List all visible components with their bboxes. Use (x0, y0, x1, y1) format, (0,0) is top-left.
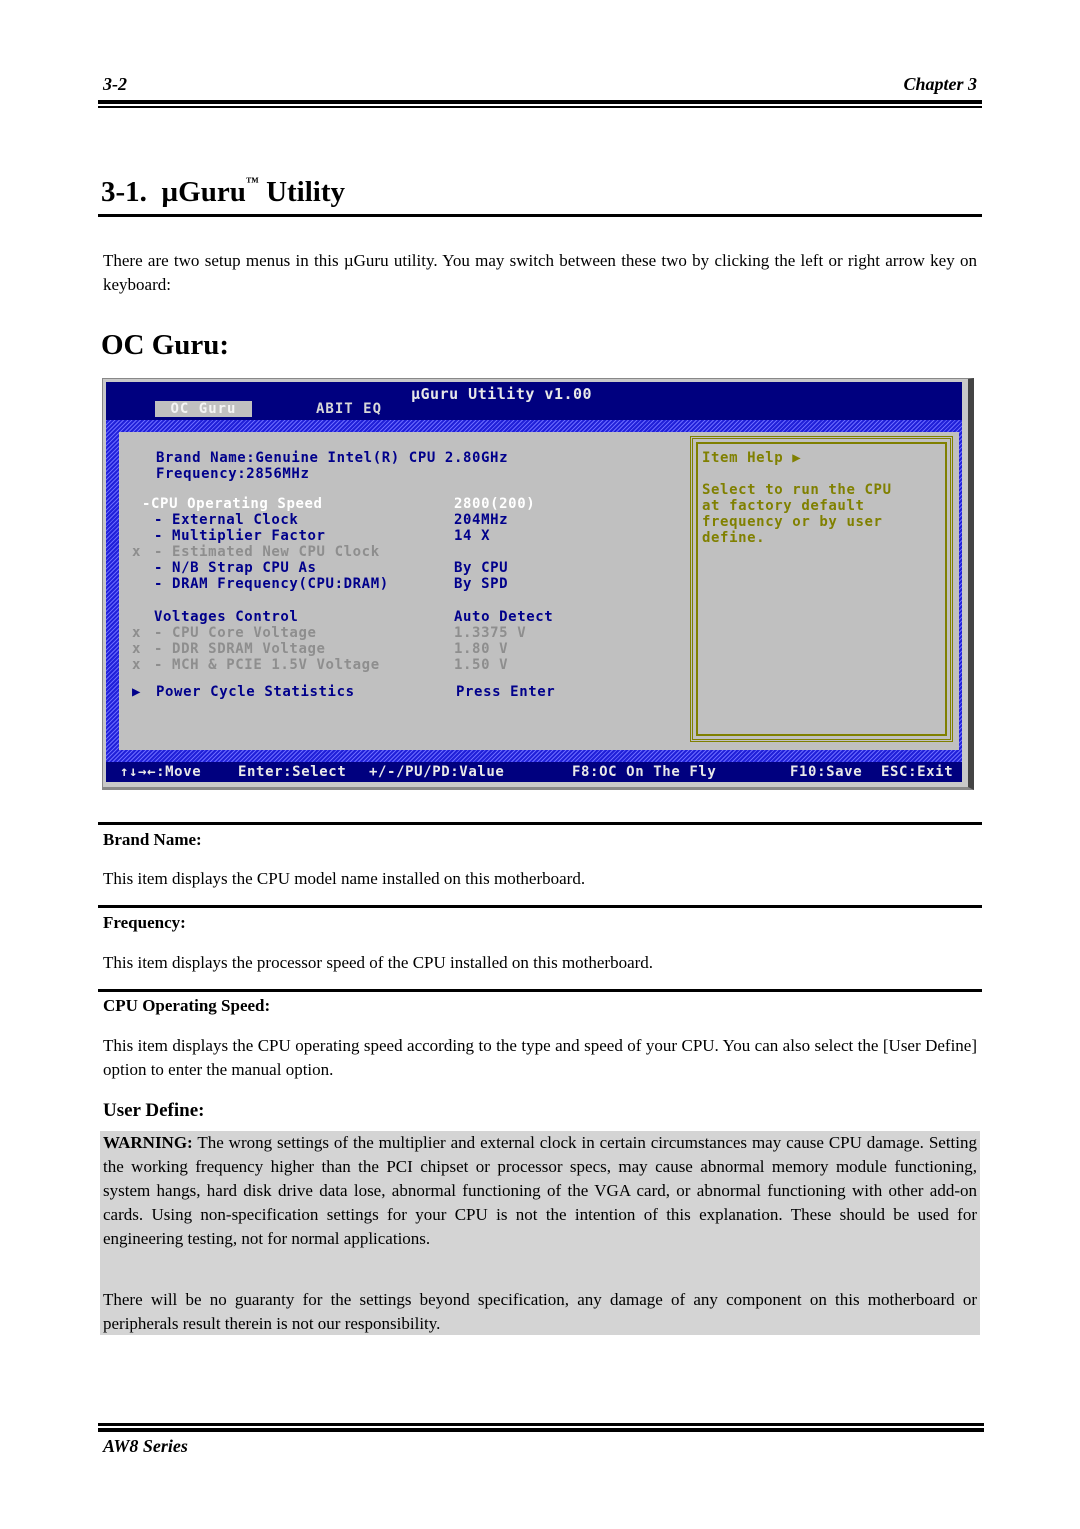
header-rule-thin (98, 106, 982, 108)
menu-item-ddr-sdram-voltage: - DDR SDRAM Voltage (154, 641, 326, 657)
frequency-label: Frequency: (103, 913, 186, 932)
brand-name-label: Brand Name: (103, 830, 202, 849)
disabled-marker: x (132, 625, 142, 641)
brand-name-line: Brand Name:Genuine Intel(R) CPU 2.80GHz (156, 450, 509, 466)
value-cpu-operating-speed[interactable]: 2800(200) (454, 496, 535, 512)
value-mch-pcie-voltage: 1.50 V (454, 657, 509, 673)
warning-box: WARNING: The wrong settings of the multi… (100, 1131, 980, 1335)
section-number: 3-1. (101, 176, 147, 208)
value-nb-strap-cpu[interactable]: By CPU (454, 560, 508, 576)
tab-abit-eq[interactable]: ABIT EQ (316, 401, 382, 417)
submenu-arrow-icon: ▶ (132, 684, 142, 700)
menu-item-voltages-control[interactable]: Voltages Control (154, 609, 298, 625)
value-cpu-core-voltage: 1.3375 V (454, 625, 527, 641)
frequency-description: This item displays the processor speed o… (103, 953, 654, 972)
bios-screen: µGuru Utility v1.00 OC Guru ABIT EQ Bran… (106, 382, 962, 782)
menu-item-dram-frequency[interactable]: - DRAM Frequency(CPU:DRAM) (154, 576, 389, 592)
menu-item-multiplier-factor[interactable]: - Multiplier Factor (154, 528, 326, 544)
section-title-prefix: µGuru (161, 176, 246, 208)
value-voltages-control[interactable]: Auto Detect (454, 609, 553, 625)
hint-exit: ESC:Exit (881, 764, 954, 780)
page-number: 3-2 (103, 74, 127, 94)
frequency-line: Frequency:2856MHz (156, 466, 310, 482)
trademark-symbol: ™ (245, 174, 259, 190)
value-power-cycle-statistics[interactable]: Press Enter (456, 684, 555, 700)
value-multiplier-factor[interactable]: 14 X (454, 528, 490, 544)
tab-oc-guru[interactable]: OC Guru (155, 401, 252, 417)
divider-rule (98, 989, 982, 992)
disclaimer-paragraph: There will be no guaranty for the settin… (103, 1290, 977, 1333)
section-title: 3-1. µGuru™ Utility (101, 174, 346, 209)
value-external-clock[interactable]: 204MHz (454, 512, 508, 528)
chapter-label: Chapter 3 (903, 74, 977, 94)
footer-rule (98, 1423, 984, 1426)
disabled-marker: x (132, 544, 142, 560)
disabled-marker: x (132, 657, 142, 673)
intro-paragraph: There are two setup menus in this µGuru … (103, 251, 977, 294)
submenu-power-cycle-statistics[interactable]: Power Cycle Statistics (156, 684, 355, 700)
hint-select: Enter:Select (238, 764, 347, 780)
bios-status-bar: ↑↓→←:Move Enter:Select +/-/PU/PD:Value F… (106, 762, 962, 782)
warning-text: The wrong settings of the multiplier and… (103, 1133, 977, 1248)
divider-rule (98, 905, 982, 908)
cpu-operating-speed-description: This item displays the CPU operating spe… (103, 1036, 977, 1079)
section-title-suffix: Utility (266, 176, 346, 208)
item-help-title: Item Help ▶ (702, 450, 802, 466)
value-ddr-sdram-voltage: 1.80 V (454, 641, 509, 657)
header-rule (98, 100, 982, 104)
divider-rule (98, 822, 982, 825)
menu-item-estimated-new-cpu-clock: - Estimated New CPU Clock (154, 544, 380, 560)
item-help-inner-border: Item Help ▶ Select to run the CPU at fac… (696, 442, 947, 736)
hint-value: +/-/PU/PD:Value (369, 764, 505, 780)
hint-move: ↑↓→←:Move (120, 764, 202, 780)
hint-oc-on-the-fly: F8:OC On The Fly (572, 764, 717, 780)
cpu-operating-speed-label: CPU Operating Speed: (103, 996, 271, 1015)
brand-name-description: This item displays the CPU model name in… (103, 869, 586, 888)
section-rule (98, 214, 982, 217)
series-label: AW8 Series (103, 1436, 188, 1456)
value-dram-frequency[interactable]: By SPD (454, 576, 508, 592)
disabled-marker: x (132, 641, 142, 657)
bios-title: µGuru Utility v1.00 (411, 385, 593, 403)
warning-paragraph: WARNING: The wrong settings of the multi… (103, 1131, 977, 1251)
item-help-panel: Item Help ▶ Select to run the CPU at fac… (690, 436, 953, 742)
user-define-heading: User Define: (103, 1100, 205, 1121)
hint-save: F10:Save (790, 764, 863, 780)
menu-item-mch-pcie-voltage: - MCH & PCIE 1.5V Voltage (154, 657, 380, 673)
bios-main-panel: Brand Name:Genuine Intel(R) CPU 2.80GHz … (119, 432, 959, 750)
menu-item-cpu-core-voltage: - CPU Core Voltage (154, 625, 317, 641)
bios-screenshot: µGuru Utility v1.00 OC Guru ABIT EQ Bran… (102, 378, 974, 790)
oc-guru-heading: OC Guru: (101, 329, 230, 361)
menu-item-nb-strap-cpu[interactable]: - N/B Strap CPU As (154, 560, 317, 576)
menu-item-external-clock[interactable]: - External Clock (154, 512, 298, 528)
warning-label: WARNING: (103, 1133, 193, 1152)
footer-rule-thick (98, 1428, 984, 1432)
menu-item-cpu-operating-speed[interactable]: -CPU Operating Speed (142, 496, 323, 512)
item-help-text: Select to run the CPU at factory default… (702, 482, 892, 546)
